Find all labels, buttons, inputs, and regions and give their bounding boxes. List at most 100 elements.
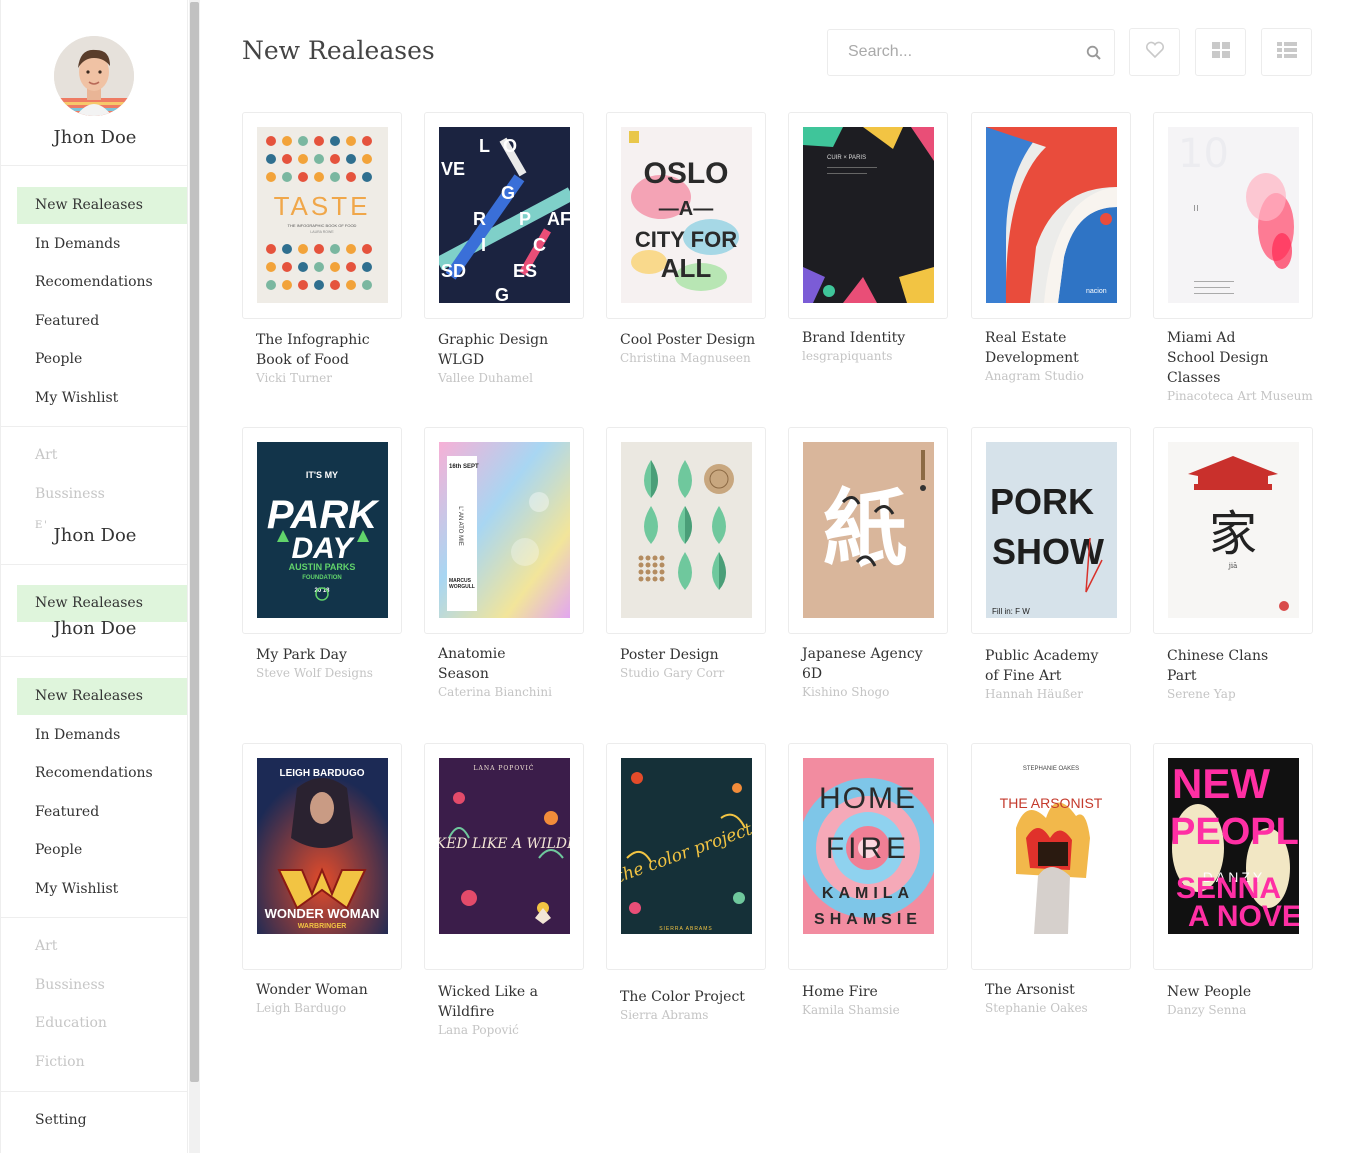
book-card[interactable]: 10 [1153,112,1313,319]
book-title[interactable]: The Infographic Book of Food [256,330,376,370]
search-icon[interactable] [1086,45,1102,65]
book-title[interactable]: Miami Ad School Design Classes [1167,328,1287,388]
book-title[interactable]: Cool Poster Design [620,330,760,350]
book-card[interactable]: LANA POPOVIĆ WICKED LIKE A WILDFIRE [424,743,584,970]
nav-item-setting[interactable]: Setting [17,1102,187,1139]
cover-text: C [533,235,546,255]
nav-item-new-releases-dup[interactable]: New Realeases [17,585,187,622]
search-box[interactable] [827,29,1115,76]
cover-text: —A— [659,198,713,220]
book-title[interactable]: Anatomie Season [438,644,558,684]
nav-item-category-1[interactable]: Bussiness [17,476,187,513]
book-author: Danzy Senna [1167,1003,1247,1017]
nav-item-menu-0[interactable]: New Realeases [17,187,187,224]
nav-item-menu-second-1[interactable]: In Demands [17,717,187,754]
nav-item-category-0[interactable]: Art [17,437,187,474]
book-cover[interactable]: the color project SIERRA ABRAMS [621,758,752,934]
book-cover[interactable]: LEIGH BARDUGO WONDER WOMAN WARBRINGER [257,758,388,934]
nav-item-menu-2[interactable]: Recomendations [17,264,187,301]
book-title[interactable]: Wonder Woman [256,980,376,1000]
book-card[interactable] [606,427,766,634]
book-title[interactable]: Chinese Clans Part [1167,646,1287,686]
book-card[interactable]: 家 jiā [1153,427,1313,634]
book-card[interactable]: LO VE G RP AF I C SD ES G [424,112,584,319]
book-cover[interactable]: CUIR × PARIS [803,127,934,303]
book-cover[interactable]: 紙 [803,442,934,618]
book-title[interactable]: My Park Day [256,645,376,665]
scrollbar-thumb[interactable] [190,2,199,1082]
heart-icon [1145,41,1165,63]
book-title[interactable]: Home Fire [802,982,942,1002]
book-cover[interactable]: HOME FIRE KAMILA SHAMSIE [803,758,934,934]
book-card[interactable]: 紙 [788,427,948,634]
user-name-duplicate: Jhon Doe [53,618,137,639]
search-input[interactable] [846,42,1080,62]
nav-item-category-second-3[interactable]: Fiction [17,1044,187,1081]
nav-item-menu-1[interactable]: In Demands [17,226,187,263]
cover-text: PARK [267,493,380,537]
nav-item-menu-second-0[interactable]: New Realeases [17,678,187,715]
book-cover[interactable]: IT'S MY PARK DAY AUSTIN PARKS FOUNDATION… [257,442,388,618]
book-title[interactable]: Real Estate Development [985,328,1105,368]
book-cover[interactable]: 10 [1168,127,1299,303]
nav-item-menu-second-5[interactable]: My Wishlist [17,871,187,908]
book-cover[interactable]: TASTE THE INFOGRAPHIC BOOK OF FOOD LAURA… [257,127,388,303]
book-title[interactable]: New People [1167,982,1287,1002]
nav-item-menu-4[interactable]: People [17,341,187,378]
cover-text: PORK [990,481,1094,522]
book-title[interactable]: Poster Design [620,645,760,665]
book-card[interactable]: 16th SEPT L' AN ATO MIE MARCUS WORGULL [424,427,584,634]
book-title[interactable]: Brand Identity [802,328,942,348]
nav-item-category-second-1[interactable]: Bussiness [17,967,187,1004]
cover-text: SENNA [1176,872,1281,905]
grid-view-button[interactable] [1195,28,1246,76]
cover-text: SD [441,261,466,281]
nav-item-menu-second-2[interactable]: Recomendations [17,755,187,792]
cover-text: IT'S MY [306,470,338,480]
book-card[interactable]: nacion [971,112,1131,319]
divider [1,165,187,166]
book-cover[interactable]: 16th SEPT L' AN ATO MIE MARCUS WORGULL [439,442,570,618]
divider [1,656,187,657]
nav-item-menu-5[interactable]: My Wishlist [17,380,187,417]
book-cover[interactable]: 家 jiā [1168,442,1299,618]
book-card[interactable]: TASTE THE INFOGRAPHIC BOOK OF FOOD LAURA… [242,112,402,319]
book-cover[interactable]: LANA POPOVIĆ WICKED LIKE A WILDFIRE [439,758,570,934]
book-card[interactable]: NEW PEOPLE A NOVEL DANZY SENNA [1153,743,1313,970]
book-cover[interactable]: nacion [986,127,1117,303]
wishlist-button[interactable] [1129,28,1180,76]
nav-item-category-second-0[interactable]: Art [17,928,187,965]
user-avatar[interactable] [54,36,134,116]
book-cover[interactable] [621,442,752,618]
book-title[interactable]: The Color Project [620,987,760,1007]
book-card[interactable]: IT'S MY PARK DAY AUSTIN PARKS FOUNDATION… [242,427,402,634]
book-card[interactable]: LEIGH BARDUGO WONDER WOMAN WARBRINGER [242,743,402,970]
nav-item-category-second-2[interactable]: Education [17,1005,187,1042]
book-title[interactable]: Japanese Agency 6D [802,644,942,684]
book-cover[interactable]: PORK SHOW Fill in: F W [986,442,1117,618]
nav-item-menu-second-4[interactable]: People [17,832,187,869]
nav-item-menu-3[interactable]: Featured [17,303,187,340]
book-card[interactable]: the color project SIERRA ABRAMS [606,743,766,970]
divider [1,1091,187,1092]
book-author: Vicki Turner [256,371,332,385]
cover-text: LAURA ROWE [310,230,334,234]
book-card[interactable]: PORK SHOW Fill in: F W [971,427,1131,634]
book-title[interactable]: Wicked Like a Wildfire [438,982,558,1022]
book-title[interactable]: Graphic Design WLGD [438,330,558,370]
book-cover[interactable]: STEPHANIE OAKES THE ARSONIST [986,758,1117,934]
book-title[interactable]: Public Academy of Fine Art [985,646,1105,686]
cover-text: 10 [1178,131,1229,177]
list-view-button[interactable] [1261,28,1312,76]
sidebar-scrollbar[interactable] [189,0,200,1153]
book-title[interactable]: The Arsonist [985,980,1105,1000]
book-card[interactable]: OSLO —A— CITY FOR ALL [606,112,766,319]
book-card[interactable]: CUIR × PARIS [788,112,948,319]
book-cover[interactable]: OSLO —A— CITY FOR ALL [621,127,752,303]
book-cover[interactable]: NEW PEOPLE A NOVEL DANZY SENNA [1168,758,1299,934]
book-card[interactable]: STEPHANIE OAKES THE ARSONIST [971,743,1131,970]
cover-text: AF [547,209,570,229]
book-cover[interactable]: LO VE G RP AF I C SD ES G [439,127,570,303]
nav-item-menu-second-3[interactable]: Featured [17,794,187,831]
book-card[interactable]: HOME FIRE KAMILA SHAMSIE [788,743,948,970]
